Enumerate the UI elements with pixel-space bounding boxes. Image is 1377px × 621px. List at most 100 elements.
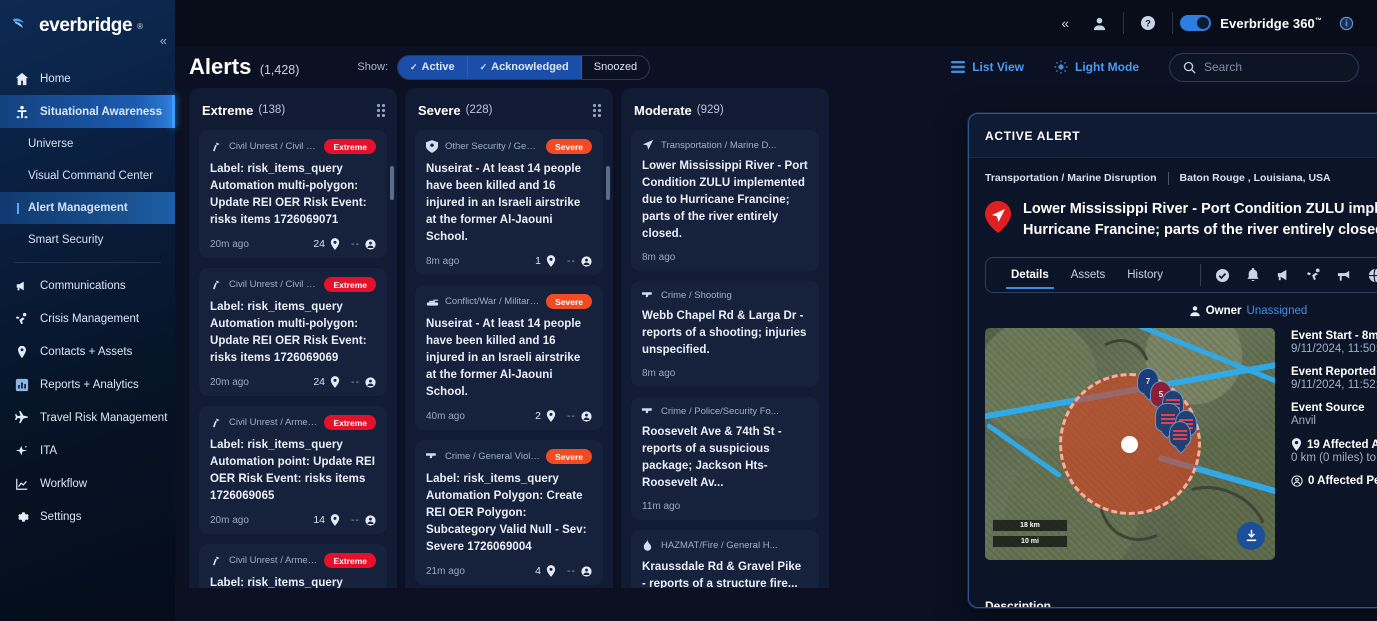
detail-label-row: 0 Affected People — [1291, 475, 1377, 487]
alert-card[interactable]: Civil Unrest / Armed Clash, Civil... Ext… — [199, 544, 387, 588]
brand-logo[interactable]: everbridge ® — [0, 0, 175, 52]
card-category: Civil Unrest / Civil Demonstration... — [229, 279, 318, 290]
sidebar-item-alert-management[interactable]: Alert Management — [0, 192, 175, 224]
sidebar-item-home[interactable]: Home — [0, 62, 175, 95]
everbridge-360-toggle[interactable] — [1180, 15, 1211, 31]
alert-card[interactable]: Conflict/War / Military Operation Severe… — [415, 285, 603, 430]
share-icon[interactable] — [1307, 268, 1321, 283]
list-view-button[interactable]: List View — [951, 60, 1024, 74]
map-download-button[interactable] — [1237, 522, 1265, 550]
sidebar-item-visual-command-center[interactable]: Visual Command Center — [0, 160, 175, 192]
card-footer: 8m ago — [642, 368, 808, 379]
column-scrollbar[interactable] — [390, 166, 394, 200]
alert-card[interactable]: Other Security / General Securi... Sever… — [415, 130, 603, 275]
header-actions: List View Light Mode — [951, 53, 1359, 82]
filter-acknowledged-button[interactable]: ✓ Acknowledged — [468, 56, 582, 79]
sidebar-collapse-icon[interactable]: « — [160, 33, 167, 48]
alert-card[interactable]: Crime / Police/Security Fo... Roosevelt … — [631, 397, 819, 520]
plane-icon — [14, 410, 29, 425]
card-footer: 8m ago 1 -- — [426, 255, 592, 267]
tab-assets[interactable]: Assets — [1060, 258, 1117, 292]
map-scale-km: 18 km — [992, 519, 1068, 532]
people-count: -- — [351, 238, 360, 250]
contacts-icon — [14, 344, 29, 359]
alert-card[interactable]: Civil Unrest / Civil Demonstration... Ex… — [199, 268, 387, 396]
sidebar-item-reports-analytics[interactable]: Reports + Analytics — [0, 368, 175, 401]
detail-label: 0 Affected People — [1308, 475, 1377, 487]
column-count: (228) — [466, 104, 493, 116]
drag-handle-icon[interactable] — [377, 104, 385, 117]
sidebar-item-contacts-assets[interactable]: Contacts + Assets — [0, 335, 175, 368]
sidebar-item-smart-security[interactable]: Smart Security — [0, 224, 175, 256]
asset-grid-icon — [1173, 429, 1187, 440]
sidebar-divider — [14, 262, 161, 263]
card-time: 11m ago — [642, 501, 680, 512]
alert-card[interactable]: HAZMAT/Fire / General H... Kraussdale Rd… — [631, 530, 819, 588]
camera-icon[interactable] — [1337, 269, 1352, 282]
help-circle-icon[interactable]: ? — [1131, 6, 1165, 40]
alerts-count: (1,428) — [260, 63, 300, 77]
card-header: Crime / Police/Security Fo... — [642, 406, 808, 417]
alert-card[interactable]: Crime / Shooting Webb Chapel Rd & Larga … — [631, 281, 819, 387]
alert-card[interactable]: Civil Unrest / Civil Demonstration... Ex… — [199, 130, 387, 258]
alert-location: Baton Rouge , Louisiana, USA — [1180, 172, 1331, 184]
main-content: « ? Everbridge 360™ Alerts (1,428) — [175, 0, 1377, 621]
sidebar-item-communications[interactable]: Communications — [0, 269, 175, 302]
globe-icon[interactable] — [1368, 268, 1377, 283]
column-cards: Other Security / General Securi... Sever… — [405, 122, 613, 588]
info-circle-icon[interactable] — [1329, 6, 1363, 40]
sidebar-item-situational-awareness[interactable]: Situational Awareness — [0, 95, 175, 128]
assets-count: 14 — [313, 514, 325, 526]
gear-icon — [14, 509, 29, 524]
sidebar-item-travel-risk-management[interactable]: Travel Risk Management — [0, 401, 175, 434]
chevrons-left-icon[interactable]: « — [1048, 6, 1082, 40]
people-count: -- — [567, 255, 576, 267]
alert-card[interactable]: Crime / General Violent Crime Severe Lab… — [415, 440, 603, 585]
map-center-marker — [1121, 436, 1138, 453]
alert-detail-grid: 7 5 18 km 10 mi — [985, 328, 1377, 560]
check-icon: ✓ — [410, 62, 418, 73]
people-count: -- — [567, 565, 576, 577]
sidebar-item-label: Alert Management — [28, 202, 128, 214]
filter-active-button[interactable]: ✓ Active — [398, 56, 468, 79]
asset-grid-icon — [1161, 413, 1175, 424]
sidebar-item-workflow[interactable]: Workflow — [0, 467, 175, 500]
column-header: Extreme (138) — [189, 98, 397, 122]
alert-card[interactable]: Transportation / Marine D... Lower Missi… — [631, 130, 819, 271]
column-cards: Transportation / Marine D... Lower Missi… — [621, 122, 829, 588]
severity-badge: Extreme — [324, 415, 376, 430]
severity-badge: Extreme — [324, 553, 376, 568]
sidebar-item-ita[interactable]: ITA — [0, 434, 175, 467]
search-box[interactable] — [1169, 53, 1359, 82]
shield-icon — [426, 140, 439, 153]
alert-card[interactable]: Civil Unrest / Armed Clash, Civil... Ext… — [199, 406, 387, 534]
acknowledge-check-icon[interactable] — [1215, 268, 1230, 283]
map-asset-marker[interactable] — [1169, 421, 1191, 448]
broadcast-icon[interactable] — [1276, 268, 1291, 282]
owner-value[interactable]: Unassigned — [1247, 305, 1308, 317]
sun-icon — [1054, 60, 1068, 74]
light-mode-button[interactable]: Light Mode — [1054, 60, 1139, 74]
toggle-knob — [1197, 17, 1209, 29]
detail-label-row: 19 Affected Assets — [1291, 438, 1377, 451]
alert-map[interactable]: 7 5 18 km 10 mi — [985, 328, 1275, 560]
card-body: Nuseirat - At least 14 people have been … — [426, 316, 592, 401]
map-scale: 18 km 10 mi — [992, 519, 1068, 551]
notification-bell-icon[interactable] — [1246, 268, 1260, 283]
sidebar-item-settings[interactable]: Settings — [0, 500, 175, 533]
owner-row: Owner Unassigned — [985, 305, 1377, 317]
user-icon[interactable] — [1082, 6, 1116, 40]
card-category: Crime / Police/Security Fo... — [661, 406, 808, 417]
crisis-icon — [14, 311, 29, 326]
search-input[interactable] — [1204, 60, 1345, 74]
card-time: 8m ago — [642, 368, 675, 379]
tab-history[interactable]: History — [1116, 258, 1174, 292]
tab-details[interactable]: Details — [1000, 258, 1060, 292]
sidebar-item-universe[interactable]: Universe — [0, 128, 175, 160]
column-scrollbar[interactable] — [606, 166, 610, 200]
filter-snoozed-button[interactable]: Snoozed — [582, 56, 649, 79]
assets-count: 24 — [313, 376, 325, 388]
sidebar-item-crisis-management[interactable]: Crisis Management — [0, 302, 175, 335]
drag-handle-icon[interactable] — [593, 104, 601, 117]
sidebar-item-label: Crisis Management — [40, 313, 139, 325]
